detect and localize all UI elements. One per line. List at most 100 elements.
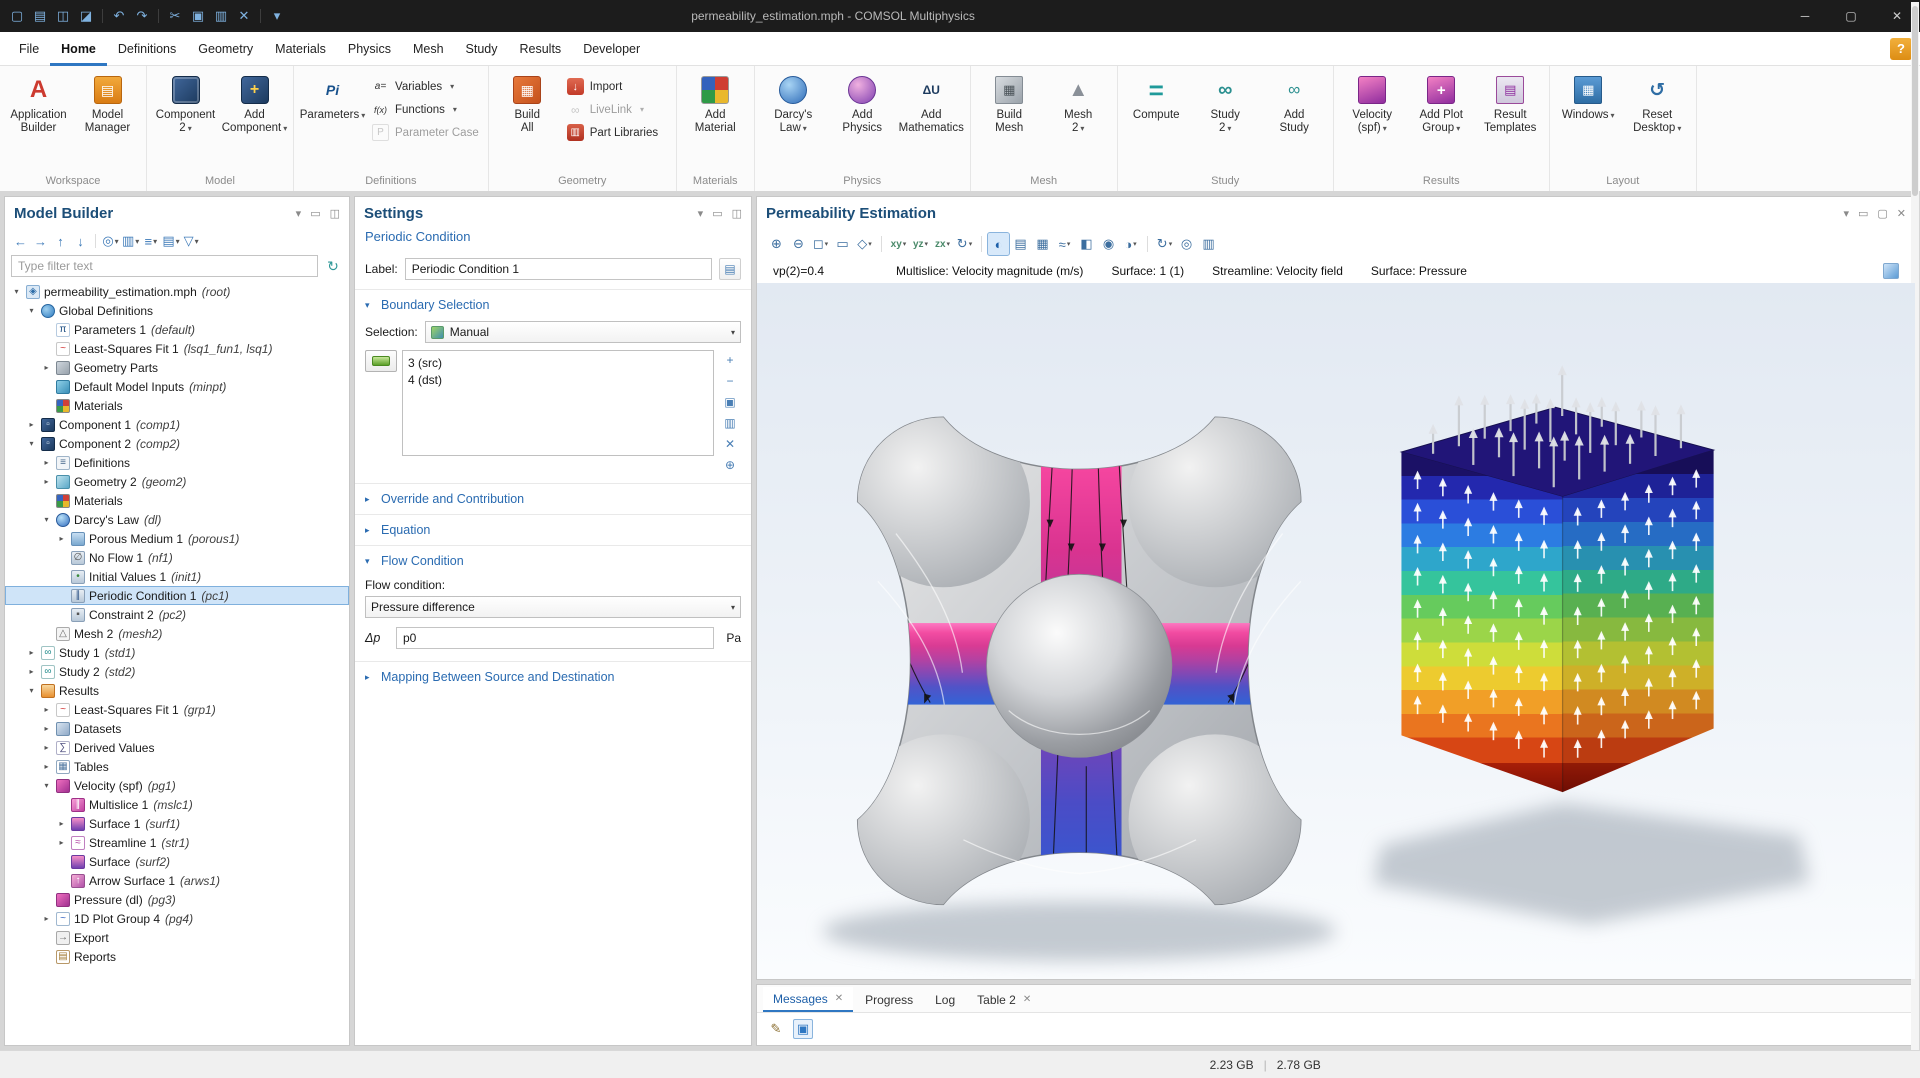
expander-icon[interactable]: ▸ (56, 534, 67, 543)
tree-node-study-2[interactable]: ▸∞Study 2(std2) (5, 662, 349, 681)
expander-icon[interactable]: ▸ (56, 819, 67, 828)
tab-messages[interactable]: Messages✕ (763, 987, 853, 1012)
expander-icon[interactable]: ▾ (41, 515, 52, 524)
parameters-button[interactable]: PiParameters▾ (299, 69, 366, 172)
rename-label-icon[interactable]: ▤ (719, 258, 741, 280)
move-up-icon[interactable]: ↑ (51, 231, 70, 251)
new-icon[interactable]: ▢ (6, 5, 28, 27)
minimize-button[interactable]: ─ (1782, 0, 1828, 32)
expander-icon[interactable]: ▾ (26, 306, 37, 315)
tree-node-surface-1[interactable]: ▸Surface 1(surf1) (5, 814, 349, 833)
expander-icon[interactable]: ▾ (11, 287, 22, 296)
copy-icon[interactable]: ▣ (187, 5, 209, 27)
add-icon[interactable]: + (721, 351, 739, 368)
menu-materials[interactable]: Materials (264, 32, 337, 66)
add-mathematics-button[interactable]: ΔUAddMathematics (898, 69, 965, 172)
scene-light-icon[interactable]: ◐ (988, 233, 1009, 255)
dock-icon[interactable]: ◫ (330, 207, 340, 220)
expander-icon[interactable]: ▾ (26, 439, 37, 448)
add-plot-group-button[interactable]: +Add PlotGroup▾ (1408, 69, 1475, 172)
close-icon[interactable]: ✕ (1897, 207, 1906, 220)
model-manager-button[interactable]: ▤ModelManager (74, 69, 141, 172)
zoom-in-icon[interactable]: ⊕ (766, 233, 787, 255)
part-libraries-button[interactable]: ▥Part Libraries (563, 123, 671, 142)
lock-view-icon[interactable]: ◉ (1098, 233, 1119, 255)
tree-node-geometry-2[interactable]: ▸Geometry 2(geom2) (5, 472, 349, 491)
windows-button[interactable]: ▦Windows▾ (1555, 69, 1622, 172)
clear-icon[interactable]: ✕ (721, 435, 739, 452)
copy-icon[interactable]: ▣ (793, 1019, 813, 1039)
expander-icon[interactable]: ▸ (26, 667, 37, 676)
tree-node-constraint-2[interactable]: ▪Constraint 2(pc2) (5, 605, 349, 624)
tree-node-study-1[interactable]: ▸∞Study 1(std1) (5, 643, 349, 662)
tree-node-porous-medium-1[interactable]: ▸Porous Medium 1(porous1) (5, 529, 349, 548)
tree-node-materials[interactable]: Materials (5, 491, 349, 510)
label-input[interactable] (405, 258, 712, 280)
maximize-button[interactable]: ▢ (1828, 0, 1874, 32)
tab-table-2[interactable]: Table 2✕ (967, 987, 1041, 1012)
group-nodes-icon[interactable]: ≡▾ (141, 231, 160, 251)
add-material-button[interactable]: AddMaterial (682, 69, 749, 172)
float-icon[interactable]: ▭ (712, 207, 722, 220)
help-icon[interactable]: ? (1890, 38, 1912, 60)
delete-icon[interactable]: ✕ (233, 5, 255, 27)
build-all-button[interactable]: ▦BuildAll (494, 69, 561, 172)
tree-node-export[interactable]: →Export (5, 928, 349, 947)
view-xy-icon[interactable]: xy▾ (888, 233, 909, 255)
tab-log[interactable]: Log (925, 987, 965, 1012)
redo-icon[interactable]: ↷ (131, 5, 153, 27)
selection-list-item[interactable]: 4 (dst) (408, 371, 708, 388)
compute-button[interactable]: =Compute (1123, 69, 1190, 172)
expander-icon[interactable]: ▾ (41, 781, 52, 790)
open-icon[interactable]: ▤ (29, 5, 51, 27)
tree-node-streamline-1[interactable]: ▸≈Streamline 1(str1) (5, 833, 349, 852)
expander-icon[interactable]: ▸ (41, 363, 52, 372)
tree-node-mesh-2[interactable]: △Mesh 2(mesh2) (5, 624, 349, 643)
tree-node-least-squares-fit-1[interactable]: ~Least-Squares Fit 1(lsq1_fun1, lsq1) (5, 339, 349, 358)
filter-input[interactable] (11, 255, 318, 277)
functions-button[interactable]: f(x)Functions▾ (368, 100, 483, 119)
chevron-down-icon[interactable]: ▾ (1843, 207, 1849, 220)
section-boundary-selection[interactable]: ▾ Boundary Selection (355, 289, 751, 320)
cut-icon[interactable]: ✂ (164, 5, 186, 27)
environment-icon[interactable]: ▤ (1010, 233, 1031, 255)
add-study-button[interactable]: ∞AddStudy (1261, 69, 1328, 172)
refresh-icon[interactable]: ↻ (323, 256, 343, 276)
graphics-scene[interactable] (757, 283, 1915, 979)
build-mesh-button[interactable]: ▦BuildMesh (976, 69, 1043, 172)
view-zx-icon[interactable]: zx▾ (932, 233, 953, 255)
expander-icon[interactable]: ▸ (41, 458, 52, 467)
tree-node-component-1[interactable]: ▸▫Component 1(comp1) (5, 415, 349, 434)
tree-node-parameters-1[interactable]: πParameters 1(default) (5, 320, 349, 339)
velocity-spf-button[interactable]: Velocity(spf)▾ (1339, 69, 1406, 172)
tree-node-geometry-parts[interactable]: ▸Geometry Parts (5, 358, 349, 377)
tree-node-velocity-spf[interactable]: ▾Velocity (spf)(pg1) (5, 776, 349, 795)
expander-icon[interactable]: ▸ (41, 762, 52, 771)
tree-node-derived-values[interactable]: ▸∑Derived Values (5, 738, 349, 757)
menu-study[interactable]: Study (455, 32, 509, 66)
go-to-view-icon[interactable]: ◇▾ (854, 233, 875, 255)
import-button[interactable]: ↓Import (563, 77, 671, 96)
tree-node-materials[interactable]: Materials (5, 396, 349, 415)
format-icon[interactable]: ✎ (766, 1019, 786, 1039)
view-yz-icon[interactable]: yz▾ (910, 233, 931, 255)
menu-results[interactable]: Results (509, 32, 573, 66)
show-grid-icon[interactable]: ▦ (1032, 233, 1053, 255)
expander-icon[interactable]: ▸ (41, 914, 52, 923)
tree-node-least-squares-fit-1[interactable]: ▸~Least-Squares Fit 1(grp1) (5, 700, 349, 719)
back-icon[interactable]: ← (11, 231, 30, 251)
tree-node-tables[interactable]: ▸▦Tables (5, 757, 349, 776)
parameter-case-button[interactable]: PParameter Case (368, 123, 483, 142)
section-flow-condition[interactable]: ▾ Flow Condition (355, 545, 751, 576)
boundary-selection-list[interactable]: 3 (src)4 (dst) (402, 350, 714, 456)
save-as-icon[interactable]: ◪ (75, 5, 97, 27)
paste-icon[interactable]: ▥ (721, 414, 739, 431)
tree-node-multislice-1[interactable]: ∥Multislice 1(mslc1) (5, 795, 349, 814)
filter-icon[interactable]: ▽▾ (182, 231, 201, 251)
tree-node-default-model-inputs[interactable]: Default Model Inputs(minpt) (5, 377, 349, 396)
expander-icon[interactable]: ▸ (41, 477, 52, 486)
zoom-out-icon[interactable]: ⊖ (788, 233, 809, 255)
section-mapping[interactable]: ▸ Mapping Between Source and Destination (355, 661, 751, 692)
application-builder-button[interactable]: AApplicationBuilder (5, 69, 72, 172)
section-equation[interactable]: ▸ Equation (355, 514, 751, 545)
